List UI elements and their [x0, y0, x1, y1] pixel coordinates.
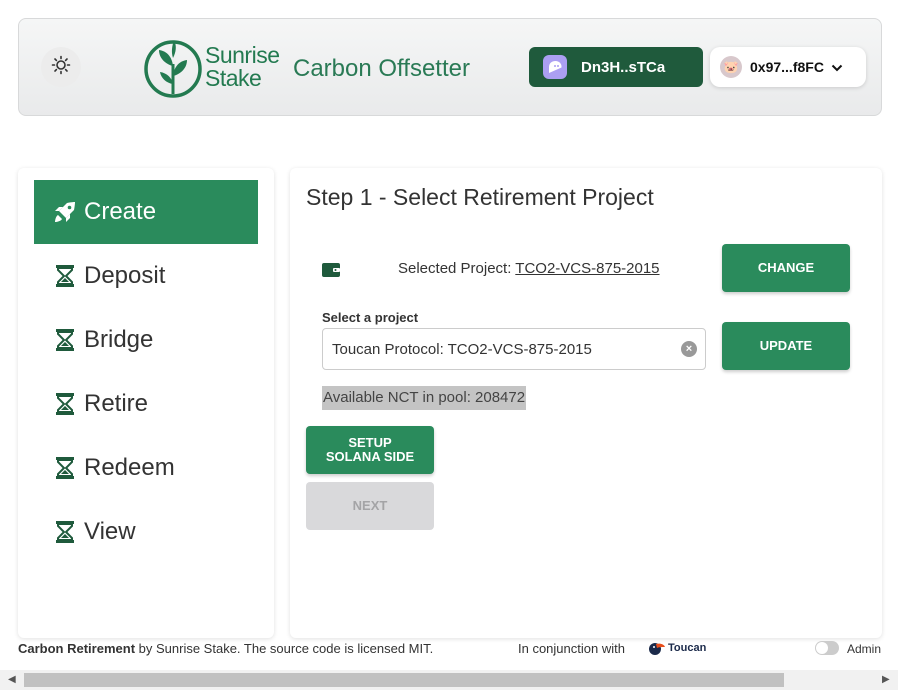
sidebar-item-create[interactable]: Create: [34, 180, 258, 244]
step-panel: Step 1 - Select Retirement Project Selec…: [290, 168, 882, 638]
available-nct-text: Available NCT in pool: 208472: [322, 386, 527, 410]
project-select-value: Toucan Protocol: TCO2-VCS-875-2015: [332, 340, 592, 358]
scrollbar-thumb[interactable]: [24, 673, 784, 687]
admin-toggle[interactable]: [815, 641, 839, 655]
sidebar-item-label: Deposit: [84, 262, 166, 289]
sprout-logo-icon: [144, 40, 202, 98]
sunrise-stake-logo[interactable]: Sunrise Stake: [143, 36, 283, 100]
hourglass-icon: [52, 455, 78, 481]
page-title: Step 1 - Select Retirement Project: [306, 184, 654, 210]
eth-wallet-address: 0x97...f8FC: [750, 59, 824, 75]
sidebar-item-bridge[interactable]: Bridge: [34, 308, 258, 372]
clear-icon[interactable]: ×: [681, 341, 697, 357]
setup-button-line-1: SETUP: [348, 435, 392, 450]
theme-toggle-button[interactable]: [41, 47, 81, 87]
next-button[interactable]: NEXT: [306, 482, 434, 530]
sidebar-item-view[interactable]: View: [34, 500, 258, 564]
page-footer: Carbon Retirement by Sunrise Stake. The …: [18, 641, 882, 657]
scroll-right-icon[interactable]: ▶: [882, 674, 890, 685]
hourglass-icon: [52, 519, 78, 545]
conjunction-text: In conjunction with: [518, 641, 625, 656]
toucan-logo[interactable]: Toucan: [648, 640, 706, 656]
update-button[interactable]: UPDATE: [722, 322, 850, 370]
setup-button-line-2: SOLANA SIDE: [325, 449, 415, 464]
admin-label: Admin: [847, 642, 882, 656]
horizontal-scrollbar[interactable]: ◀ ▶: [0, 670, 898, 690]
solana-wallet-address: Dn3H..sTCa: [581, 58, 666, 76]
chevron-down-icon: [831, 59, 843, 75]
step-sidebar: Create Deposit Bridge Retire Redeem View: [18, 168, 274, 638]
wallet-icon: [322, 262, 340, 283]
eth-wallet-button[interactable]: 🐷 0x97...f8FC: [710, 47, 866, 87]
logo-wordmark: Sunrise Stake: [205, 42, 280, 91]
sidebar-item-redeem[interactable]: Redeem: [34, 436, 258, 500]
logo-line-1: Sunrise: [205, 42, 280, 68]
hourglass-icon: [52, 391, 78, 417]
selected-project-prefix: Selected Project:: [398, 260, 516, 277]
sidebar-item-label: View: [84, 518, 136, 545]
toucan-wordmark: Toucan: [668, 642, 707, 654]
solana-wallet-button[interactable]: Dn3H..sTCa: [529, 47, 703, 87]
phantom-ghost-icon: [543, 55, 567, 79]
sidebar-item-retire[interactable]: Retire: [34, 372, 258, 436]
toucan-bird-icon: [649, 643, 665, 655]
footer-license-text: by Sunrise Stake. The source code is lic…: [135, 641, 434, 656]
hourglass-icon: [52, 263, 78, 289]
project-select[interactable]: Toucan Protocol: TCO2-VCS-875-2015 ×: [322, 328, 706, 370]
app-title: Carbon Offsetter: [293, 55, 470, 82]
change-button[interactable]: CHANGE: [722, 244, 850, 292]
app-header: Sunrise Stake Carbon Offsetter Dn3H..sTC…: [18, 18, 882, 116]
selected-project-link[interactable]: TCO2-VCS-875-2015: [515, 260, 659, 277]
footer-brand: Carbon Retirement: [18, 641, 136, 656]
sidebar-item-deposit[interactable]: Deposit: [34, 244, 258, 308]
setup-solana-side-button[interactable]: SETUP SOLANA SIDE: [306, 426, 434, 474]
sidebar-item-label: Redeem: [84, 454, 175, 481]
avatar: 🐷: [720, 56, 742, 78]
sidebar-item-label: Retire: [84, 390, 149, 417]
sidebar-item-label: Bridge: [84, 326, 154, 353]
rocket-icon: [52, 199, 78, 225]
sidebar-item-label: Create: [84, 198, 157, 225]
selected-project-text: Selected Project: TCO2-VCS-875-2015: [398, 260, 660, 277]
scroll-left-icon[interactable]: ◀: [8, 674, 16, 685]
sun-icon: [51, 55, 71, 80]
logo-line-2: Stake: [205, 65, 262, 91]
hourglass-icon: [52, 327, 78, 353]
select-project-label: Select a project: [322, 310, 419, 325]
